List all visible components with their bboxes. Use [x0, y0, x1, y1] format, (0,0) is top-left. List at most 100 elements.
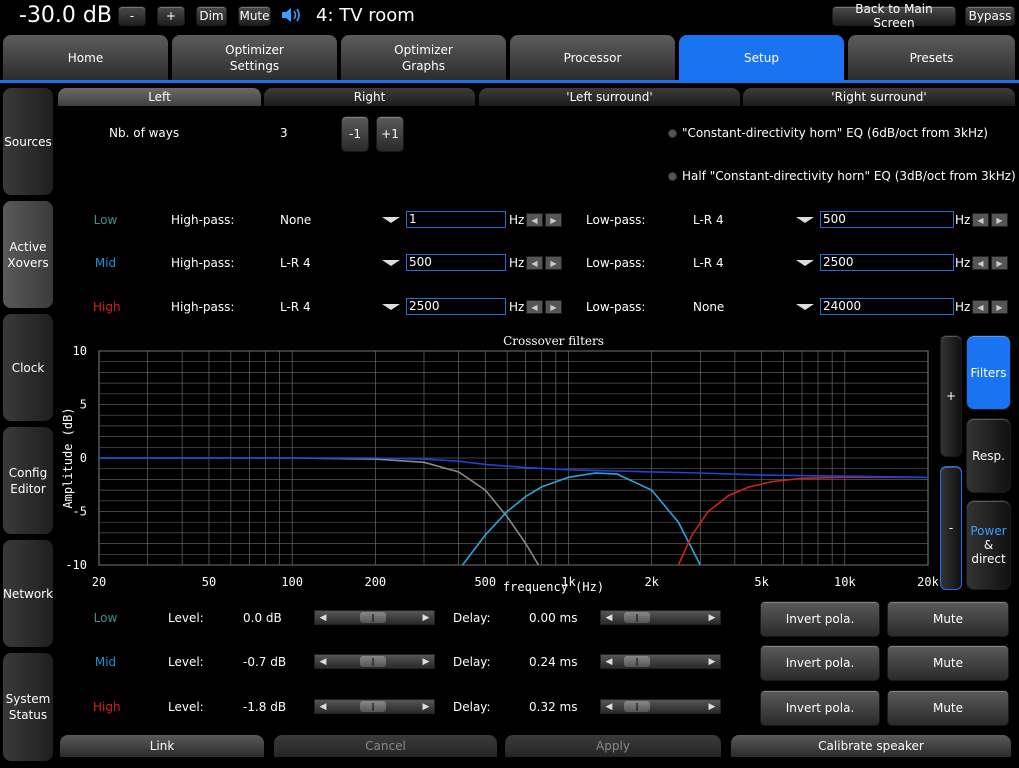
lowpass-freq-input[interactable]: 2500: [820, 254, 954, 271]
level-slider-thumb[interactable]: ‖: [360, 656, 386, 667]
tab-optimizer-graphs[interactable]: Optimizer Graphs: [341, 35, 506, 80]
delay-increase-icon[interactable]: ▶: [705, 612, 719, 623]
highpass-increase-icon[interactable]: ▶: [545, 256, 562, 270]
delay-decrease-icon[interactable]: ◀: [602, 612, 616, 623]
subtab-right-surround[interactable]: 'Right surround': [743, 88, 1015, 106]
lowpass-decrease-icon[interactable]: ◀: [972, 213, 989, 227]
delay-slider[interactable]: ◀ ‖ ▶: [600, 654, 721, 669]
level-slider-thumb[interactable]: ‖: [360, 701, 386, 712]
resp-view-button[interactable]: Resp.: [966, 418, 1011, 493]
delay-increase-icon[interactable]: ▶: [705, 656, 719, 667]
zoom-in-button[interactable]: +: [940, 335, 962, 457]
level-increase-icon[interactable]: ▶: [419, 656, 433, 667]
tab-underline: [0, 80, 1019, 83]
sidebar-item-config-editor[interactable]: Config Editor: [3, 427, 53, 534]
highpass-freq-input[interactable]: 500: [406, 254, 506, 271]
highpass-increase-icon[interactable]: ▶: [545, 300, 562, 314]
delay-slider-thumb[interactable]: ‖: [624, 612, 650, 623]
zoom-out-button[interactable]: -: [940, 466, 962, 590]
sidebar-item-network[interactable]: Network: [3, 540, 53, 647]
volume-up-button[interactable]: +: [157, 6, 185, 26]
lowpass-freq-input[interactable]: 24000: [820, 298, 954, 315]
eq-horn-radio[interactable]: [668, 129, 677, 138]
x-axis-label: frequency (Hz): [503, 580, 604, 594]
lowpass-decrease-icon[interactable]: ◀: [972, 256, 989, 270]
lowpass-increase-icon[interactable]: ▶: [991, 256, 1008, 270]
band-mute-button[interactable]: Mute: [887, 601, 1009, 637]
filters-view-button[interactable]: Filters: [966, 335, 1011, 410]
delay-slider[interactable]: ◀ ‖ ▶: [600, 610, 721, 625]
invert-polarity-button[interactable]: Invert pola.: [760, 645, 880, 681]
dim-button[interactable]: Dim: [196, 6, 227, 26]
level-slider[interactable]: ◀ ‖ ▶: [314, 654, 435, 669]
level-increase-icon[interactable]: ▶: [419, 612, 433, 623]
band-mute-button[interactable]: Mute: [887, 645, 1009, 681]
speaker-icon[interactable]: [280, 6, 304, 24]
level-decrease-icon[interactable]: ◀: [316, 701, 330, 712]
level-decrease-icon[interactable]: ◀: [316, 612, 330, 623]
level-slider[interactable]: ◀ ‖ ▶: [314, 610, 435, 625]
mute-button[interactable]: Mute: [238, 6, 271, 26]
tab-optimizer-settings[interactable]: Optimizer Settings: [172, 35, 337, 80]
calibrate-speaker-button[interactable]: Calibrate speaker: [731, 735, 1011, 757]
sidebar-item-active-xovers[interactable]: Active Xovers: [3, 201, 53, 308]
volume-down-button[interactable]: -: [118, 6, 146, 26]
link-button[interactable]: Link: [60, 735, 264, 757]
lowpass-type-dropdown-icon[interactable]: [796, 260, 814, 266]
eq-half-horn-radio[interactable]: [668, 172, 677, 181]
band-mute-button[interactable]: Mute: [887, 690, 1009, 726]
highpass-type-dropdown-icon[interactable]: [382, 260, 400, 266]
highpass-type-dropdown-icon[interactable]: [382, 304, 400, 310]
ways-increase-button[interactable]: +1: [376, 116, 404, 152]
lowpass-type-dropdown-icon[interactable]: [796, 217, 814, 223]
power-view-button[interactable]: Power & direct: [966, 500, 1011, 590]
eq-horn-label: "Constant-directivity horn" EQ (6dB/oct …: [682, 126, 988, 140]
highpass-increase-icon[interactable]: ▶: [545, 213, 562, 227]
delay-decrease-icon[interactable]: ◀: [602, 656, 616, 667]
sidebar-item-sources[interactable]: Sources: [3, 88, 53, 195]
y-tick-label: 5: [80, 398, 87, 412]
bypass-button[interactable]: Bypass: [965, 6, 1015, 26]
lowpass-freq-input[interactable]: 500: [820, 211, 954, 228]
level-decrease-icon[interactable]: ◀: [316, 656, 330, 667]
subtab-left[interactable]: Left: [58, 88, 261, 106]
hz-unit: Hz: [509, 256, 525, 270]
lowpass-type-dropdown-icon[interactable]: [796, 304, 814, 310]
highpass-decrease-icon[interactable]: ◀: [526, 300, 543, 314]
tab-setup[interactable]: Setup: [679, 35, 844, 80]
hz-unit: Hz: [955, 256, 971, 270]
highpass-decrease-icon[interactable]: ◀: [526, 256, 543, 270]
apply-button[interactable]: Apply: [505, 735, 721, 757]
lowpass-increase-icon[interactable]: ▶: [991, 300, 1008, 314]
tab-home[interactable]: Home: [3, 35, 168, 80]
level-slider[interactable]: ◀ ‖ ▶: [314, 699, 435, 714]
sidebar-item-clock[interactable]: Clock: [3, 314, 53, 421]
subtab-right[interactable]: Right: [264, 88, 475, 106]
invert-polarity-button[interactable]: Invert pola.: [760, 690, 880, 726]
highpass-label: High-pass:: [171, 300, 235, 314]
lowpass-decrease-icon[interactable]: ◀: [972, 300, 989, 314]
delay-decrease-icon[interactable]: ◀: [602, 701, 616, 712]
band-name: Mid: [94, 655, 117, 669]
delay-increase-icon[interactable]: ▶: [705, 701, 719, 712]
ways-decrease-button[interactable]: -1: [341, 116, 369, 152]
level-slider-thumb[interactable]: ‖: [360, 612, 386, 623]
tab-processor[interactable]: Processor: [510, 35, 675, 80]
subtab-left-surround[interactable]: 'Left surround': [479, 88, 740, 106]
lowpass-increase-icon[interactable]: ▶: [991, 213, 1008, 227]
level-increase-icon[interactable]: ▶: [419, 701, 433, 712]
delay-slider-thumb[interactable]: ‖: [624, 656, 650, 667]
delay-slider-thumb[interactable]: ‖: [624, 701, 650, 712]
delay-slider[interactable]: ◀ ‖ ▶: [600, 699, 721, 714]
level-label: Level:: [168, 655, 204, 669]
highpass-freq-input[interactable]: 1: [406, 211, 506, 228]
highpass-freq-input[interactable]: 2500: [406, 298, 506, 315]
highpass-decrease-icon[interactable]: ◀: [526, 213, 543, 227]
tab-presets[interactable]: Presets: [848, 35, 1015, 80]
back-to-main-button[interactable]: Back to Main Screen: [832, 2, 956, 30]
lowpass-label: Low-pass:: [586, 300, 646, 314]
invert-polarity-button[interactable]: Invert pola.: [760, 601, 880, 637]
cancel-button[interactable]: Cancel: [274, 735, 497, 757]
highpass-type-dropdown-icon[interactable]: [382, 217, 400, 223]
sidebar-item-system-status[interactable]: System Status: [3, 653, 53, 761]
